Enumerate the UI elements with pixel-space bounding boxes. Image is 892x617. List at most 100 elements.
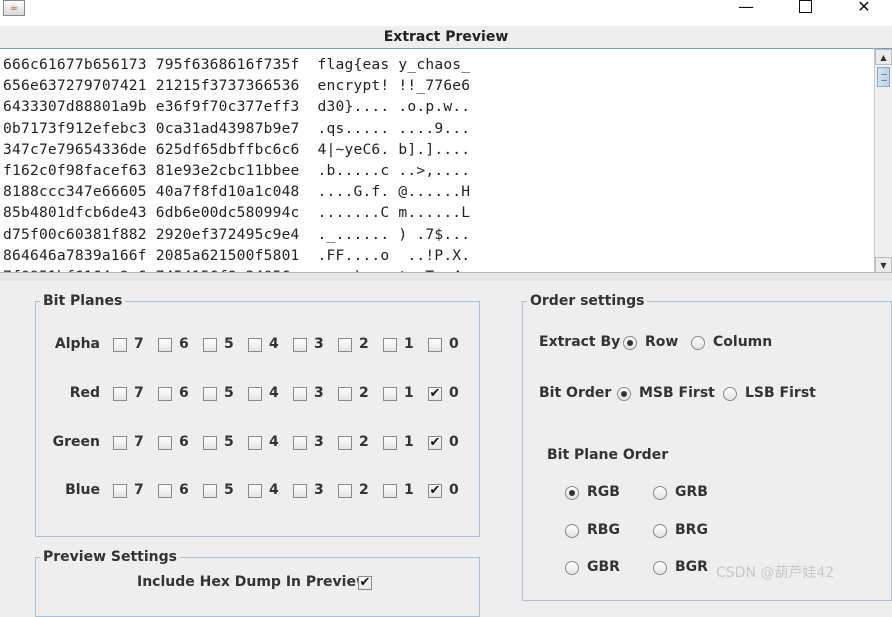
preview-settings-group: Preview Settings Include Hex Dump In Pre… [35, 547, 480, 617]
bit-plane-order-label: Bit Plane Order [547, 447, 669, 463]
preview-line: 864646a7839a166f 2085a621500f5801 .FF...… [3, 246, 471, 264]
bit-plane-order-gbr-radio[interactable] [565, 561, 579, 575]
bit-plane-checkbox[interactable] [158, 436, 172, 450]
extract-preview-text-area[interactable]: 666c61677b656173 795f6368616f735f flag{e… [0, 48, 874, 273]
bit-plane-checkbox[interactable] [203, 436, 217, 450]
preview-settings-title: Preview Settings [40, 547, 180, 567]
extract-by-row-radio[interactable] [623, 336, 637, 350]
close-button[interactable]: ✕ [841, 0, 887, 22]
bit-plane-checkbox[interactable] [158, 484, 172, 498]
bit-plane-checkbox[interactable]: ✔ [428, 436, 442, 450]
bit-order-lsb-radio[interactable] [723, 387, 737, 401]
bit-plane-checkbox[interactable] [383, 387, 397, 401]
bit-planes-title: Bit Planes [40, 291, 126, 311]
bit-plane-checkbox[interactable] [203, 484, 217, 498]
bit-plane-checkbox-label: 3 [314, 385, 324, 401]
bit-plane-checkbox-label: 6 [179, 482, 189, 498]
maximize-icon [798, 0, 812, 13]
scroll-up-arrow-icon[interactable]: ▲ [875, 49, 892, 65]
bit-plane-order-gbr-label[interactable]: GBR [587, 559, 620, 575]
bit-plane-order-rbg-label[interactable]: RBG [587, 522, 620, 538]
csdn-watermark: CSDN @葫芦娃42 [716, 565, 835, 581]
bit-plane-checkbox-label: 0 [449, 385, 459, 401]
bit-plane-checkbox-label: 2 [359, 385, 369, 401]
preview-line: 6433307d88801a9b e36f9f70c377eff3 d30}..… [3, 98, 471, 116]
bit-plane-order-grb-radio[interactable] [653, 486, 667, 500]
bit-plane-order-rgb-label[interactable]: RGB [587, 484, 620, 500]
bit-plane-checkbox-label: 2 [359, 336, 369, 352]
preview-line: 85b4801dfcb6de43 6db6e00dc580994c ......… [3, 204, 471, 222]
bit-order-msb-label[interactable]: MSB First [639, 385, 715, 401]
bit-plane-order-brg-label[interactable]: BRG [675, 522, 708, 538]
bit-plane-checkbox[interactable] [428, 338, 442, 352]
bit-plane-checkbox[interactable] [383, 338, 397, 352]
bit-plane-checkbox[interactable] [248, 484, 262, 498]
extract-by-row-label[interactable]: Row [645, 334, 678, 350]
bit-plane-checkbox[interactable] [113, 436, 127, 450]
preview-line: 656e637279707421 21215f3737366536 encryp… [3, 77, 471, 95]
bit-plane-checkbox[interactable] [203, 338, 217, 352]
scroll-down-arrow-icon[interactable]: ▼ [875, 257, 892, 273]
bit-plane-checkbox[interactable] [293, 387, 307, 401]
bit-plane-checkbox[interactable] [293, 338, 307, 352]
split-pane-divider[interactable] [0, 272, 892, 281]
scrollbar-thumb[interactable] [877, 67, 890, 87]
bit-plane-checkbox[interactable] [113, 484, 127, 498]
extract-by-column-label[interactable]: Column [713, 334, 772, 350]
bit-plane-checkbox-label: 7 [134, 434, 144, 450]
bit-plane-checkbox[interactable] [383, 484, 397, 498]
bit-plane-checkbox-label: 0 [449, 482, 459, 498]
bit-plane-checkbox[interactable] [158, 387, 172, 401]
bit-plane-checkbox-label: 4 [269, 385, 279, 401]
bit-plane-checkbox[interactable] [383, 436, 397, 450]
order-settings-group: Order settings Extract By Row Column Bit… [522, 291, 892, 601]
bit-plane-order-rbg-radio[interactable] [565, 524, 579, 538]
preview-vertical-scrollbar[interactable]: ▲ ▼ [874, 48, 892, 273]
bit-plane-checkbox[interactable] [248, 387, 262, 401]
bit-plane-checkbox[interactable] [338, 387, 352, 401]
bit-plane-order-bgr-radio[interactable] [653, 561, 667, 575]
bit-plane-checkbox[interactable] [113, 338, 127, 352]
bit-plane-checkbox-label: 0 [449, 336, 459, 352]
bit-plane-checkbox[interactable]: ✔ [428, 484, 442, 498]
bit-plane-checkbox[interactable] [248, 436, 262, 450]
bit-plane-checkbox-label: 5 [224, 336, 234, 352]
bit-plane-checkbox[interactable] [293, 484, 307, 498]
bit-plane-checkbox[interactable] [248, 338, 262, 352]
bit-order-msb-radio[interactable] [617, 387, 631, 401]
bit-order-lsb-label[interactable]: LSB First [745, 385, 816, 401]
bit-plane-order-bgr-label[interactable]: BGR [675, 559, 708, 575]
preview-line: 666c61677b656173 795f6368616f735f flag{e… [3, 56, 471, 73]
bit-plane-checkbox[interactable]: ✔ [428, 387, 442, 401]
bit-plane-checkbox-label: 1 [404, 434, 414, 450]
preview-line: 0b7173f912efebc3 0ca31ad43987b9e7 .qs...… [3, 119, 471, 137]
bit-plane-order-rgb-radio[interactable] [565, 486, 579, 500]
bit-plane-checkbox-label: 3 [314, 336, 324, 352]
bit-plane-checkbox[interactable] [338, 484, 352, 498]
extract-by-column-radio[interactable] [691, 336, 705, 350]
bit-plane-checkbox[interactable] [293, 436, 307, 450]
bit-plane-checkbox-label: 4 [269, 434, 279, 450]
bit-plane-checkbox[interactable] [203, 387, 217, 401]
bit-plane-order-grb-label[interactable]: GRB [675, 484, 708, 500]
window-title-bar: ☕ — ✕ [0, 0, 892, 26]
maximize-button[interactable] [782, 0, 828, 22]
bit-plane-checkbox-label: 7 [134, 385, 144, 401]
bit-plane-checkbox-label: 5 [224, 385, 234, 401]
bit-plane-checkbox-label: 1 [404, 336, 414, 352]
preview-line: 347c7e79654336de 625df65dbffbc6c6 4|~yeC… [3, 140, 471, 158]
preview-line: f162c0f98facef63 81e93e2cbc11bbee .b....… [3, 162, 471, 179]
bit-plane-checkbox-label: 0 [449, 434, 459, 450]
bit-plane-row-label: Red [69, 385, 100, 401]
minimize-button[interactable]: — [723, 0, 769, 22]
order-settings-title: Order settings [527, 291, 648, 311]
bit-plane-checkbox-label: 7 [134, 336, 144, 352]
bit-plane-checkbox-label: 2 [359, 482, 369, 498]
bit-plane-checkbox[interactable] [338, 338, 352, 352]
bit-plane-row-label: Green [52, 434, 100, 450]
bit-plane-checkbox[interactable] [338, 436, 352, 450]
bit-plane-checkbox[interactable] [158, 338, 172, 352]
bit-plane-checkbox-label: 6 [179, 385, 189, 401]
bit-plane-checkbox[interactable] [113, 387, 127, 401]
bit-plane-order-brg-radio[interactable] [653, 524, 667, 538]
